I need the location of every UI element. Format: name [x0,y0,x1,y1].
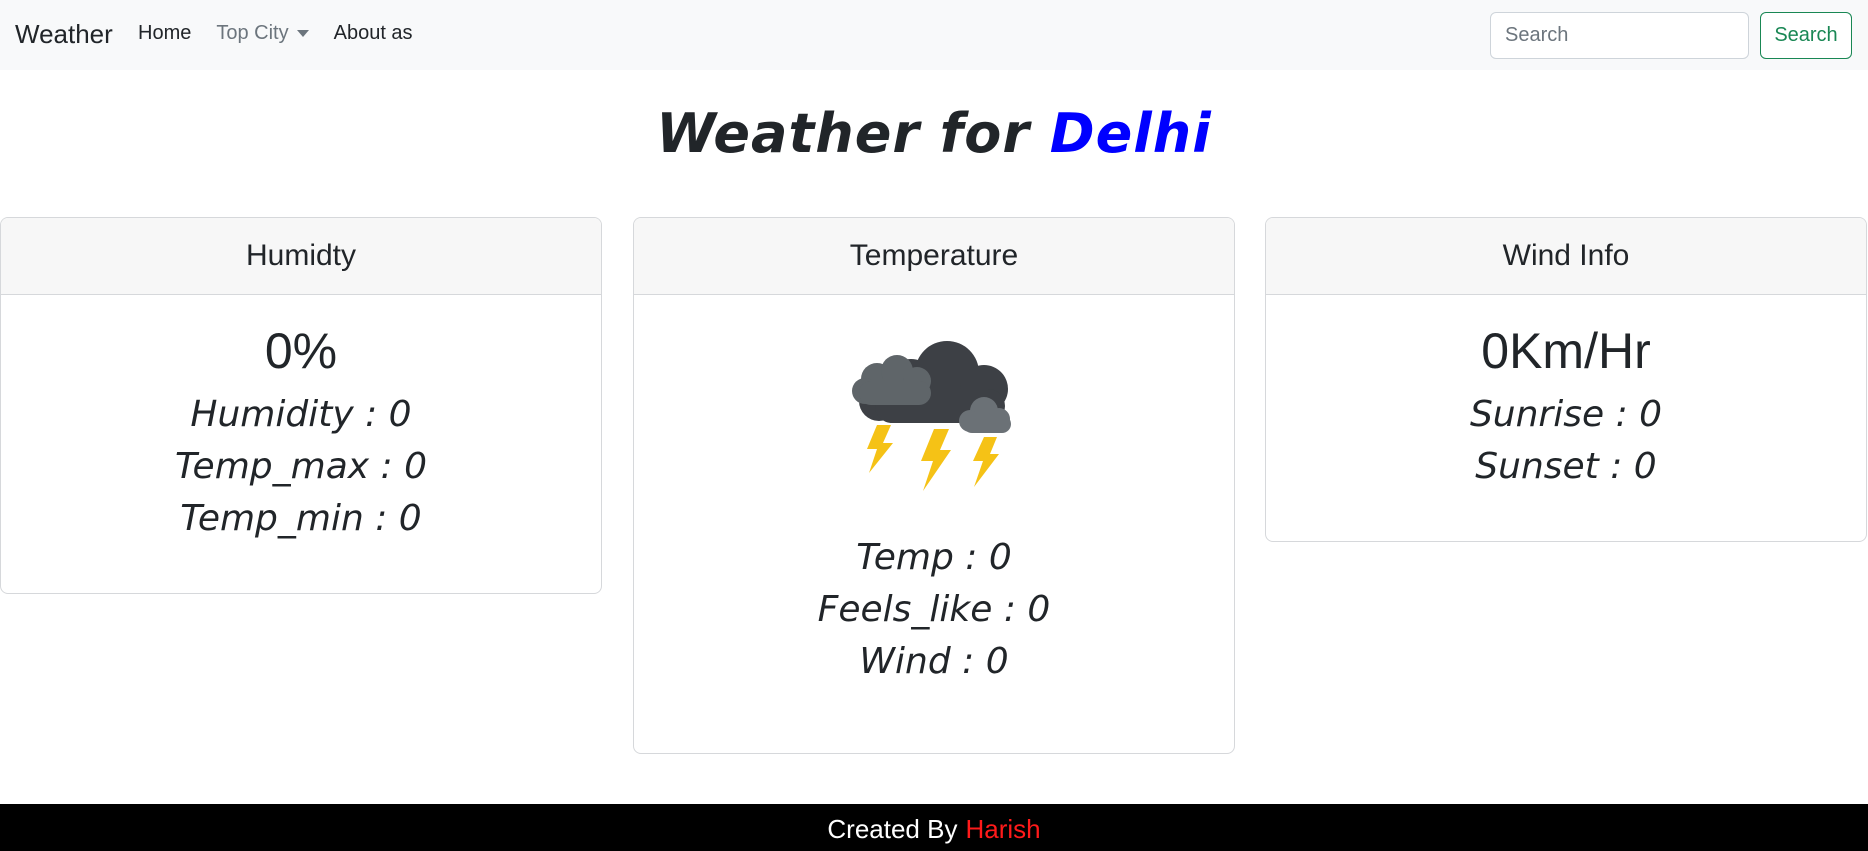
humidity-stats: Humidity : 0 Temp_max : 0 Temp_min : 0 [1,389,601,545]
temperature-stats: Temp : 0 Feels_like : 0 Wind : 0 [634,532,1234,688]
temperature-card: Temperature Temp: 0 Feels_like: 0 Wind… [633,217,1235,754]
nav-top-city-label: Top City [216,22,289,44]
humidity-card: Humidty 0% Humidity : 0 Temp_max : 0 Tem… [0,217,602,594]
wind-stat: Wind : 0 [859,641,1009,682]
footer: Created By Harish [0,804,1868,851]
footer-prefix: Created By [827,814,958,844]
city-name: Delhi [1049,102,1212,165]
brand-link[interactable]: Weather [15,19,113,50]
temp-stat: Temp : 0 [856,537,1012,578]
search-button[interactable]: Search [1760,12,1852,59]
humidity-percent: 0% [264,323,338,379]
wind-speed: 0Km/Hr [1481,323,1651,379]
humidity-stat: Humidity : 0 [190,394,412,435]
thunderstorm-icon [852,341,1011,491]
sunrise-stat: Sunrise : 0 [1469,394,1663,435]
page-title: Weather for Delhi [0,102,1868,165]
footer-author: Harish [965,814,1041,844]
navbar: Weather Home Top City About as Search [0,0,1868,70]
search-input[interactable] [1490,12,1749,59]
humidity-card-body: 0% Humidity : 0 Temp_max : 0 Temp_min : … [1,321,601,545]
nav-about-link[interactable]: About as [334,22,413,45]
caret-down-icon [296,30,309,37]
wind-card-body: 0Km/Hr Sunrise : 0 Sunset : 0 [1266,321,1866,493]
wind-stats: Sunrise : 0 Sunset : 0 [1266,389,1866,493]
nav-links: Home Top City About as [138,22,438,45]
humidity-card-header: Humidty [1,218,601,295]
nav-top-city-dropdown[interactable]: Top City [216,22,309,45]
wind-card: Wind Info 0Km/Hr Sunrise : 0 Sunset : 0 [1265,217,1867,542]
nav-home-link[interactable]: Home [138,22,191,45]
temperature-card-body: Temp : 0 Feels_like : 0 Wind : 0 [634,333,1234,688]
temp-max-stat: Temp_max : 0 [175,446,427,487]
wind-card-header: Wind Info [1266,218,1866,295]
sunset-stat: Sunset : 0 [1475,446,1657,487]
title-prefix: Weather for [656,102,1030,165]
feels-like-stat: Feels_like : 0 [817,589,1051,630]
temp-min-stat: Temp_min : 0 [180,498,422,539]
temperature-card-header: Temperature [634,218,1234,295]
